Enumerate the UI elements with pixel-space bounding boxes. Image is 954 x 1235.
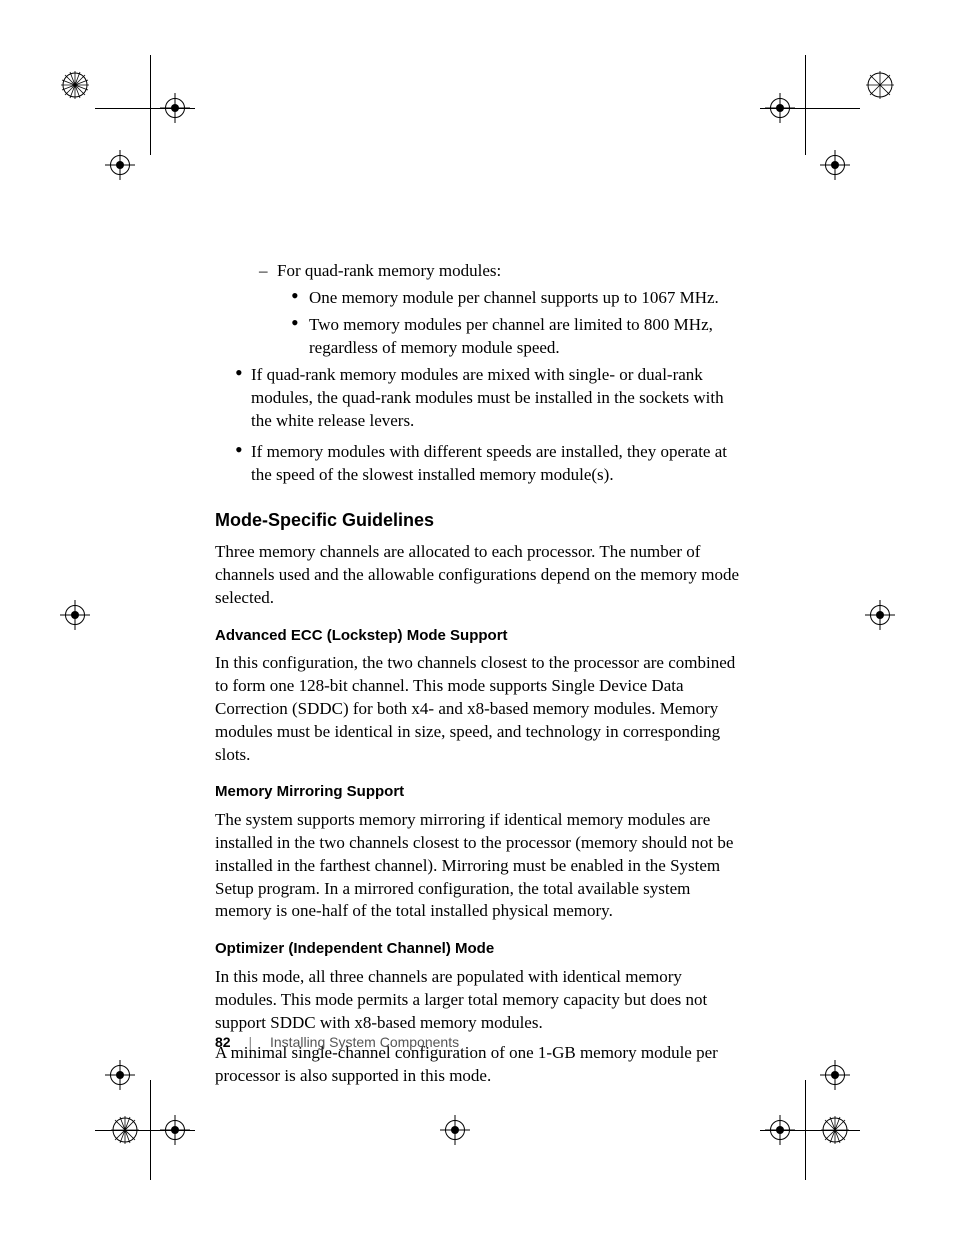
list-item: • One memory module per channel supports… <box>215 287 745 310</box>
bullet-marker-icon: • <box>291 314 299 331</box>
heading-advanced-ecc: Advanced ECC (Lockstep) Mode Support <box>215 626 745 646</box>
page-number: 82 <box>215 1034 231 1050</box>
crop-line-icon <box>760 1130 860 1131</box>
page-footer: 82 | Installing System Components <box>215 1034 459 1050</box>
register-mark-icon <box>865 600 895 630</box>
page-container: – For quad-rank memory modules: • One me… <box>0 0 954 1235</box>
list-item: – For quad-rank memory modules: <box>215 260 745 283</box>
body-text: Three memory channels are allocated to e… <box>215 541 745 610</box>
heading-optimizer-mode: Optimizer (Independent Channel) Mode <box>215 939 745 959</box>
section-title: Installing System Components <box>270 1034 459 1050</box>
heading-mode-specific: Mode-Specific Guidelines <box>215 508 745 532</box>
dash-marker-icon: – <box>259 260 268 283</box>
body-text: In this mode, all three channels are pop… <box>215 966 745 1035</box>
register-mark-icon <box>820 1060 850 1090</box>
register-mark-icon <box>105 1060 135 1090</box>
register-mark-icon <box>820 150 850 180</box>
bullet-marker-icon: • <box>235 441 243 458</box>
bullet-marker-icon: • <box>235 364 243 381</box>
body-text: If quad-rank memory modules are mixed wi… <box>251 365 724 430</box>
crop-line-icon <box>760 108 860 109</box>
register-mark-icon <box>105 150 135 180</box>
body-text: In this configuration, the two channels … <box>215 652 745 767</box>
divider-icon: | <box>248 1034 252 1050</box>
register-mark-icon <box>440 1115 470 1145</box>
body-text: Two memory modules per channel are limit… <box>309 315 713 357</box>
body-text: For quad-rank memory modules: <box>277 261 501 280</box>
body-text: If memory modules with different speeds … <box>251 442 727 484</box>
crop-line-icon <box>805 55 806 155</box>
list-item: • Two memory modules per channel are lim… <box>215 314 745 360</box>
crop-line-icon <box>95 1130 195 1131</box>
bullet-marker-icon: • <box>291 287 299 304</box>
heading-memory-mirroring: Memory Mirroring Support <box>215 782 745 802</box>
crop-line-icon <box>150 55 151 155</box>
list-item: • If memory modules with different speed… <box>215 441 745 487</box>
list-item: • If quad-rank memory modules are mixed … <box>215 364 745 433</box>
content-area: – For quad-rank memory modules: • One me… <box>215 260 745 1096</box>
body-text: The system supports memory mirroring if … <box>215 809 745 924</box>
body-text: One memory module per channel supports u… <box>309 288 719 307</box>
register-mark-icon <box>60 600 90 630</box>
crop-line-icon <box>95 108 195 109</box>
